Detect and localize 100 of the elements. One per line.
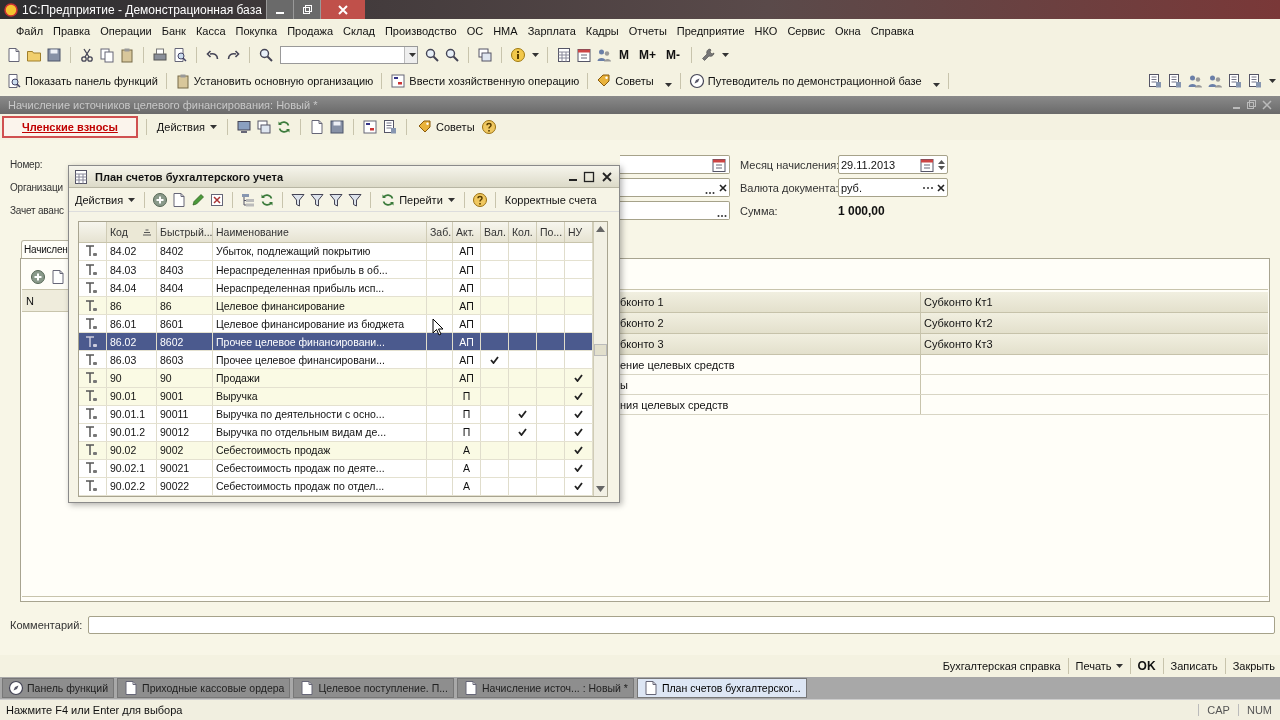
menu-item[interactable]: Покупка <box>235 24 278 37</box>
edit-icon[interactable] <box>190 191 207 208</box>
menu-item[interactable]: Сервис <box>787 24 826 37</box>
report-icon[interactable] <box>1227 72 1243 89</box>
scroll-up-icon[interactable] <box>596 226 605 232</box>
filter-icon[interactable] <box>290 191 307 208</box>
currency-field[interactable]: руб. <box>838 178 948 197</box>
new-page-icon[interactable] <box>6 46 22 63</box>
form-button[interactable]: Закрыть <box>1229 660 1278 672</box>
menu-item[interactable]: Склад <box>343 24 375 37</box>
windows-icon[interactable] <box>477 46 493 63</box>
filter-value-icon[interactable] <box>309 191 326 208</box>
column-header[interactable]: N <box>22 290 68 312</box>
caret-icon[interactable] <box>210 125 218 129</box>
input-field[interactable] <box>620 178 730 197</box>
go-menu-button[interactable]: Перейти <box>378 191 457 208</box>
column-header[interactable]: Наименование <box>213 222 427 242</box>
menu-item[interactable]: Предприятие <box>676 24 745 37</box>
toolbar-button[interactable]: Корректные счета <box>502 193 599 206</box>
comment-field[interactable] <box>88 616 1275 634</box>
form-button[interactable]: Бухгалтерская справка <box>939 660 1064 672</box>
window-tab[interactable]: Приходные кассовые ордера <box>117 678 291 698</box>
menu-item[interactable]: Касса <box>195 24 226 37</box>
help-icon[interactable] <box>480 119 497 135</box>
input-field[interactable] <box>620 201 730 220</box>
scrollbar[interactable] <box>593 222 607 496</box>
clear-icon[interactable] <box>719 183 727 192</box>
menu-item[interactable]: Продажа <box>287 24 334 37</box>
column-header[interactable]: Кол. <box>509 222 537 242</box>
mode-button[interactable]: Членские взносы <box>2 116 138 138</box>
menu-item[interactable]: Файл <box>16 24 44 37</box>
close-icon[interactable] <box>601 170 613 183</box>
search-previous-icon[interactable] <box>444 46 460 63</box>
table-row[interactable]: 84.03 8403 Нераспределенная прибыль в об... АП <box>79 261 593 280</box>
help-icon[interactable] <box>471 191 488 208</box>
spin-icon[interactable] <box>938 158 945 171</box>
caret-icon[interactable] <box>664 82 672 87</box>
table-row[interactable]: 86.02 8602 Прочее целевое финансировани... АП <box>79 333 593 352</box>
report-icon[interactable] <box>1147 72 1163 89</box>
caret-icon[interactable] <box>1115 664 1123 668</box>
tab[interactable]: Начислен <box>21 240 71 258</box>
menu-item[interactable]: Зарплата <box>527 24 576 37</box>
column-header[interactable]: Заб. <box>427 222 453 242</box>
save-icon[interactable] <box>46 46 62 63</box>
toolbar-button[interactable]: Путеводитель по демонстрационной базе <box>688 72 940 89</box>
input-field[interactable] <box>620 155 730 174</box>
window-tab[interactable]: Начисление источ... : Новый * <box>456 678 634 698</box>
toolbar-button[interactable]: Показать панель функций <box>6 72 158 89</box>
date-field[interactable]: 29.11.2013 <box>838 155 948 174</box>
refresh-icon[interactable] <box>276 119 293 135</box>
report-icon[interactable] <box>382 119 399 135</box>
column-header[interactable]: Акт. <box>453 222 481 242</box>
column-header[interactable]: Быстрый... <box>157 222 213 242</box>
menu-item[interactable]: Отчеты <box>628 24 667 37</box>
form-button[interactable]: Записать <box>1167 660 1221 672</box>
memory-button[interactable]: M+ <box>636 47 659 62</box>
menu-item[interactable]: ОС <box>466 24 484 37</box>
window-tab[interactable]: Целевое поступление. П... <box>293 678 454 698</box>
calendar-icon[interactable] <box>576 46 592 63</box>
restore-icon[interactable] <box>1246 100 1256 110</box>
caret-icon[interactable] <box>128 197 136 202</box>
dropdown-arrow-icon[interactable] <box>722 52 729 57</box>
caret-icon[interactable] <box>447 197 455 202</box>
info-icon[interactable] <box>510 46 526 63</box>
settings-icon[interactable] <box>700 46 716 63</box>
calendar-icon[interactable] <box>711 156 727 173</box>
search-next-icon[interactable] <box>424 46 440 63</box>
add-icon[interactable] <box>152 191 169 208</box>
column-header[interactable]: Вал. <box>481 222 509 242</box>
window-tab[interactable]: Панель функций <box>2 678 115 698</box>
ellipsis-icon[interactable] <box>922 185 934 190</box>
delete-icon[interactable] <box>209 191 226 208</box>
menu-item[interactable]: Банк <box>161 24 186 37</box>
copy-page-icon[interactable] <box>171 191 188 208</box>
column-header[interactable]: Код <box>107 222 157 242</box>
print-preview-icon[interactable] <box>172 46 188 63</box>
menu-item[interactable]: Окна <box>835 24 861 37</box>
restore-button[interactable] <box>292 0 320 19</box>
toolbar-button[interactable]: Установить основную организацию <box>174 72 374 89</box>
dropdown-arrow-icon[interactable] <box>408 52 416 57</box>
form-button[interactable]: OK <box>1134 659 1159 673</box>
menu-item[interactable]: Кадры <box>585 24 619 37</box>
menu-item[interactable]: Производство <box>384 24 457 37</box>
menu-item[interactable]: Справка <box>870 24 914 37</box>
calendar-icon[interactable] <box>919 156 935 173</box>
table-row[interactable]: 84.04 8404 Нераспределенная прибыль исп... АП <box>79 279 593 298</box>
report-icon[interactable] <box>1167 72 1183 89</box>
printer-icon[interactable] <box>152 46 168 63</box>
report-icon[interactable] <box>1247 72 1263 89</box>
save-icon[interactable] <box>329 119 346 135</box>
toolbar-button[interactable]: Ввести хозяйственную операцию <box>390 72 580 89</box>
calculator-icon[interactable] <box>556 46 572 63</box>
form-button[interactable]: Печать <box>1072 660 1126 672</box>
toolbar-button[interactable]: Советы <box>596 72 672 89</box>
memory-button[interactable]: M- <box>663 47 683 62</box>
cut-icon[interactable] <box>79 46 95 63</box>
hierarchy-icon[interactable] <box>240 191 257 208</box>
menu-item[interactable]: НКО <box>754 24 778 37</box>
windows-icon[interactable] <box>256 119 273 135</box>
menu-item[interactable]: Операции <box>100 24 152 37</box>
